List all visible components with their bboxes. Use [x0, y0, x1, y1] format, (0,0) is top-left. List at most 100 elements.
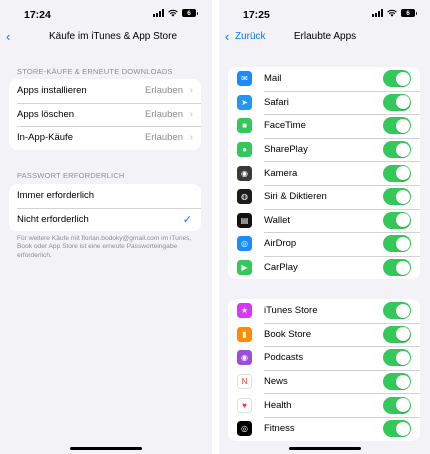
row-always-required[interactable]: Immer erforderlich [9, 184, 201, 208]
app-toggle[interactable] [383, 325, 411, 343]
status-time: 17:25 [243, 9, 270, 21]
app-row-facetime: ■ FaceTime [228, 114, 420, 138]
app-label: Fitness [264, 423, 295, 435]
app-label: Siri & Diktieren [264, 191, 327, 203]
row-label: Apps löschen [17, 108, 75, 120]
app-toggle[interactable] [383, 70, 411, 88]
app-row-podcasts: ◉ Podcasts [228, 346, 420, 370]
app-toggle[interactable] [383, 141, 411, 159]
app-toggle[interactable] [383, 164, 411, 182]
status-bar: 17:25 6 [219, 0, 430, 26]
app-label: Book Store [264, 328, 311, 340]
nav-bar: ‹ Käufe im iTunes & App Store [0, 28, 212, 46]
allowed-apps-group-1: ✉ Mail ➤ Safari ■ FaceTime ● SharePlay ◉ Kamera ◍ S… [228, 67, 420, 280]
app-row-airdrop: ◎ AirDrop [228, 232, 420, 256]
chevron-right-icon: › [189, 132, 193, 144]
app-row-itunes-store: ★ iTunes Store [228, 299, 420, 323]
row-label: Apps installieren [17, 85, 87, 97]
book-store-icon: ▮ [237, 326, 252, 342]
screenshot-comparison: 17:24 6 ‹ Käufe im iTunes & App Store ST… [0, 0, 430, 454]
status-bar: 17:24 6 [0, 0, 212, 26]
wifi-icon [387, 9, 397, 17]
app-toggle[interactable] [383, 211, 411, 229]
app-label: FaceTime [264, 120, 306, 132]
app-toggle[interactable] [383, 302, 411, 320]
page-title: Käufe im iTunes & App Store [48, 31, 178, 42]
allowed-apps-group-2: ★ iTunes Store ▮ Book Store ◉ Podcasts N News ♥ H… [228, 299, 420, 441]
store-purchases-group: Apps installieren Erlauben › Apps lösche… [9, 79, 201, 150]
row-install-apps[interactable]: Apps installieren Erlauben › [9, 79, 201, 103]
fitness-icon: ◎ [237, 421, 252, 437]
app-toggle[interactable] [383, 259, 411, 277]
battery-icon: 6 [182, 9, 198, 17]
app-toggle[interactable] [383, 396, 411, 414]
siri-icon: ◍ [237, 189, 252, 205]
app-row-fitness: ◎ Fitness [228, 416, 420, 441]
status-icons: 6 [153, 9, 198, 17]
checkmark-icon: ✓ [182, 213, 192, 226]
app-label: Kamera [264, 167, 298, 179]
row-value: Erlauben [144, 132, 183, 144]
app-toggle[interactable] [383, 188, 411, 206]
row-delete-apps[interactable]: Apps löschen Erlauben › [9, 102, 201, 127]
podcasts-icon: ◉ [237, 350, 252, 366]
section-header-store: STORE-KÄUFE & ERNEUTE DOWNLOADS [17, 67, 173, 76]
shareplay-icon: ● [237, 142, 252, 158]
app-label: Wallet [264, 214, 291, 226]
app-row-news: N News [228, 369, 420, 394]
row-in-app-purchases[interactable]: In-App-Käufe Erlauben › [9, 126, 201, 150]
app-toggle[interactable] [383, 373, 411, 391]
nav-bar: ‹ Zurück Erlaubte Apps [219, 28, 430, 46]
row-label: Immer erforderlich [17, 190, 95, 202]
battery-icon: 6 [401, 9, 417, 17]
section-header-password: PASSWORT ERFORDERLICH [17, 171, 125, 180]
carplay-icon: ▶ [237, 260, 252, 276]
camera-icon: ◉ [237, 165, 252, 181]
chevron-right-icon: › [189, 85, 193, 97]
purchases-screen: 17:24 6 ‹ Käufe im iTunes & App Store ST… [0, 0, 212, 454]
app-label: SharePlay [264, 144, 308, 156]
app-row-mail: ✉ Mail [228, 67, 420, 91]
allowed-apps-screen: 17:25 6 ‹ Zurück Erlaubte Apps ✉ Mail ➤ Saf… [219, 0, 430, 454]
app-toggle[interactable] [383, 93, 411, 111]
app-row-siri-diktieren: ◍ Siri & Diktieren [228, 184, 420, 209]
row-label: In-App-Käufe [17, 132, 73, 144]
row-label: Nicht erforderlich [17, 213, 89, 225]
cellular-signal-icon [153, 9, 164, 17]
cellular-signal-icon [372, 9, 383, 17]
row-value: Erlauben [144, 108, 183, 120]
row-not-required[interactable]: Nicht erforderlich ✓ [9, 207, 201, 232]
home-indicator[interactable] [70, 447, 142, 450]
password-group: Immer erforderlich Nicht erforderlich ✓ [9, 184, 201, 232]
app-toggle[interactable] [383, 420, 411, 438]
app-row-wallet: ▤ Wallet [228, 208, 420, 233]
chevron-right-icon: › [189, 108, 193, 120]
facetime-icon: ■ [237, 118, 252, 134]
status-time: 17:24 [24, 9, 51, 21]
back-chevron-icon[interactable]: ‹ [6, 29, 10, 44]
app-row-shareplay: ● SharePlay [228, 137, 420, 162]
app-toggle[interactable] [383, 117, 411, 135]
page-title: Erlaubte Apps [293, 31, 357, 42]
app-row-health: ♥ Health [228, 393, 420, 417]
app-row-book-store: ▮ Book Store [228, 322, 420, 347]
app-label: AirDrop [264, 238, 297, 250]
app-label: Safari [264, 96, 289, 108]
status-icons: 6 [372, 9, 417, 17]
airdrop-icon: ◎ [237, 236, 252, 252]
app-row-carplay: ▶ CarPlay [228, 255, 420, 280]
app-row-kamera: ◉ Kamera [228, 161, 420, 185]
app-row-safari: ➤ Safari [228, 90, 420, 115]
app-label: News [264, 376, 288, 388]
app-toggle[interactable] [383, 235, 411, 253]
home-indicator[interactable] [289, 447, 361, 450]
news-icon: N [237, 374, 252, 390]
row-value: Erlauben [144, 85, 183, 97]
app-label: Podcasts [264, 352, 304, 364]
app-label: CarPlay [264, 262, 298, 274]
app-toggle[interactable] [383, 349, 411, 367]
app-label: Health [264, 399, 292, 411]
itunes-store-icon: ★ [237, 303, 252, 319]
wallet-icon: ▤ [237, 212, 252, 228]
health-icon: ♥ [237, 397, 252, 413]
